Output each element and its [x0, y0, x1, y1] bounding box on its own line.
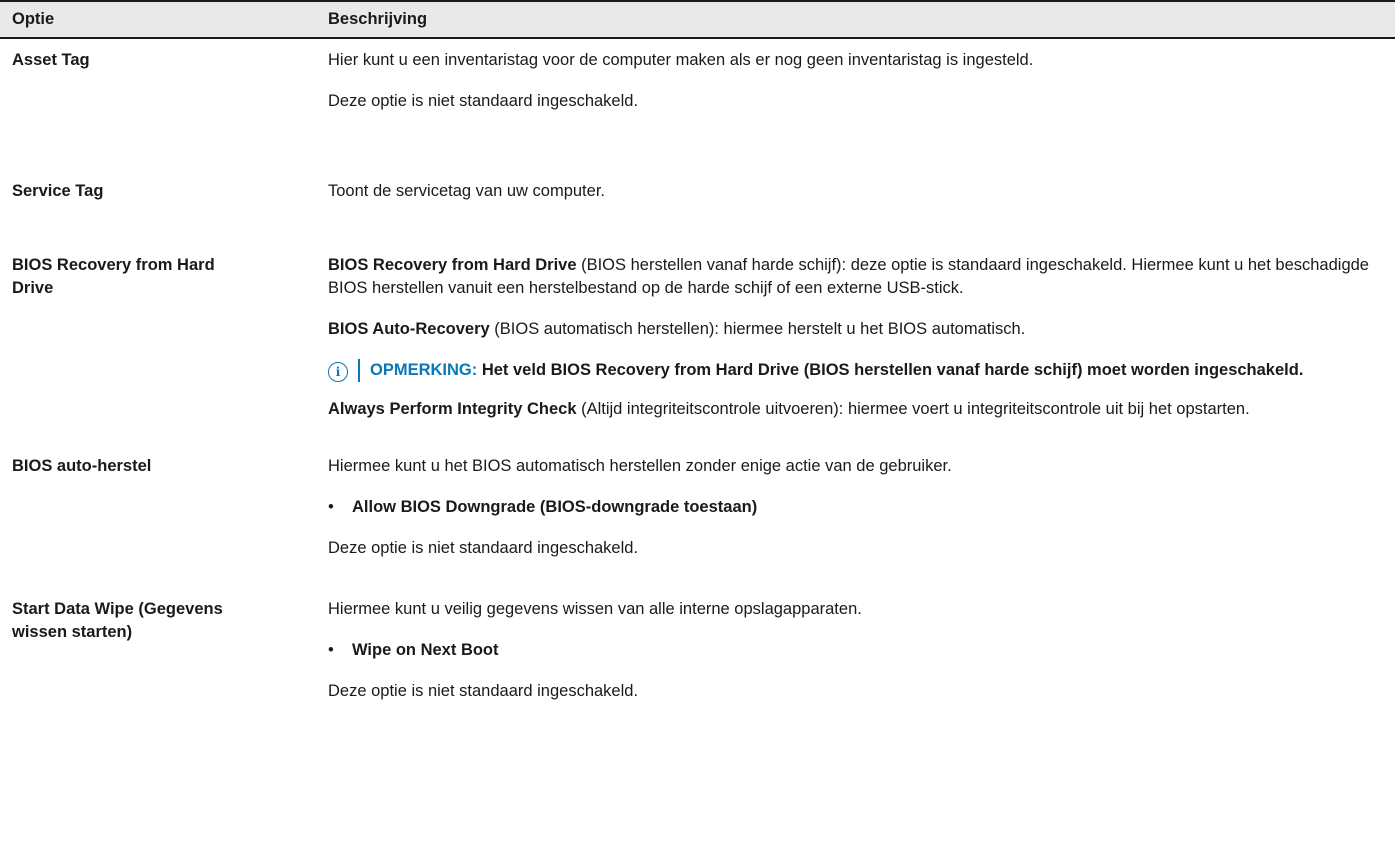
- term: BIOS Auto-Recovery: [328, 320, 490, 338]
- bullet-icon: •: [328, 641, 334, 659]
- description-text: Deze optie is niet standaard ingeschakel…: [328, 682, 639, 700]
- note-label: OPMERKING:: [370, 361, 478, 379]
- term: Always Perform Integrity Check: [328, 400, 577, 418]
- table-row: BIOS Recovery from Hard Drive BIOS Recov…: [0, 244, 1395, 439]
- table-header: Optie Beschrijving: [0, 0, 1395, 39]
- description-text: Hiermee kunt u het BIOS automatisch hers…: [328, 457, 952, 475]
- term-explanation: (BIOS automatisch herstellen): hiermee h…: [489, 320, 1026, 338]
- header-option: Optie: [12, 10, 55, 28]
- option-name: Asset Tag: [12, 51, 90, 69]
- description-text: Hier kunt u een inventaristag voor de co…: [328, 51, 1034, 69]
- description-text: Deze optie is niet standaard ingeschakel…: [328, 539, 639, 557]
- description-text: Deze optie is niet standaard ingeschakel…: [328, 92, 639, 110]
- table-row: Asset Tag Hier kunt u een inventaristag …: [0, 39, 1395, 170]
- option-name: BIOS auto-herstel: [12, 457, 152, 475]
- term-explanation: (Altijd integriteitscontrole uitvoeren):…: [576, 400, 1250, 418]
- list-item: • Allow BIOS Downgrade (BIOS-downgrade to…: [328, 496, 1375, 519]
- option-name: BIOS Recovery from Hard Drive: [0, 254, 328, 439]
- option-description: Hiermee kunt u het BIOS automatisch hers…: [328, 455, 1395, 578]
- list-item-text: Wipe on Next Boot: [352, 641, 499, 659]
- option-name: Service Tag: [12, 182, 104, 200]
- description-text: BIOS Auto-Recovery (BIOS automatisch her…: [328, 318, 1375, 341]
- option-name-line: BIOS Recovery from Hard: [12, 256, 215, 274]
- option-description: Toont de servicetag van uw computer.: [328, 180, 1395, 244]
- description-text: Hiermee kunt u veilig gegevens wissen va…: [328, 600, 862, 618]
- table-row: BIOS auto-herstel Hiermee kunt u het BIO…: [0, 439, 1395, 578]
- description-text: BIOS Recovery from Hard Drive (BIOS hers…: [328, 254, 1375, 300]
- term: BIOS Recovery from Hard Drive: [328, 256, 577, 274]
- header-description: Beschrijving: [328, 10, 428, 28]
- bullet-icon: •: [328, 498, 334, 516]
- info-icon: i: [328, 362, 348, 382]
- description-text: Toont de servicetag van uw computer.: [328, 182, 605, 200]
- list-item: • Wipe on Next Boot: [328, 639, 1375, 662]
- option-description: BIOS Recovery from Hard Drive (BIOS hers…: [328, 254, 1395, 439]
- description-text: Always Perform Integrity Check (Altijd i…: [328, 398, 1375, 421]
- list-item-text: Allow BIOS Downgrade (BIOS-downgrade toe…: [352, 498, 758, 516]
- option-name-line: wissen starten): [12, 623, 133, 641]
- option-name: Start Data Wipe (Gegevens wissen starten…: [0, 598, 328, 721]
- options-table: Optie Beschrijving Asset Tag Hier kunt u…: [0, 0, 1395, 721]
- note-callout: i OPMERKING: Het veld BIOS Recovery from…: [328, 359, 1375, 382]
- table-row: Service Tag Toont de servicetag van uw c…: [0, 170, 1395, 244]
- option-name-line: Start Data Wipe (Gegevens: [12, 600, 223, 618]
- option-description: Hier kunt u een inventaristag voor de co…: [328, 49, 1395, 170]
- note-text: Het veld BIOS Recovery from Hard Drive (…: [477, 361, 1304, 379]
- note-body: OPMERKING: Het veld BIOS Recovery from H…: [358, 359, 1303, 382]
- option-description: Hiermee kunt u veilig gegevens wissen va…: [328, 598, 1395, 721]
- option-name-line: Drive: [12, 279, 54, 297]
- table-row: Start Data Wipe (Gegevens wissen starten…: [0, 578, 1395, 721]
